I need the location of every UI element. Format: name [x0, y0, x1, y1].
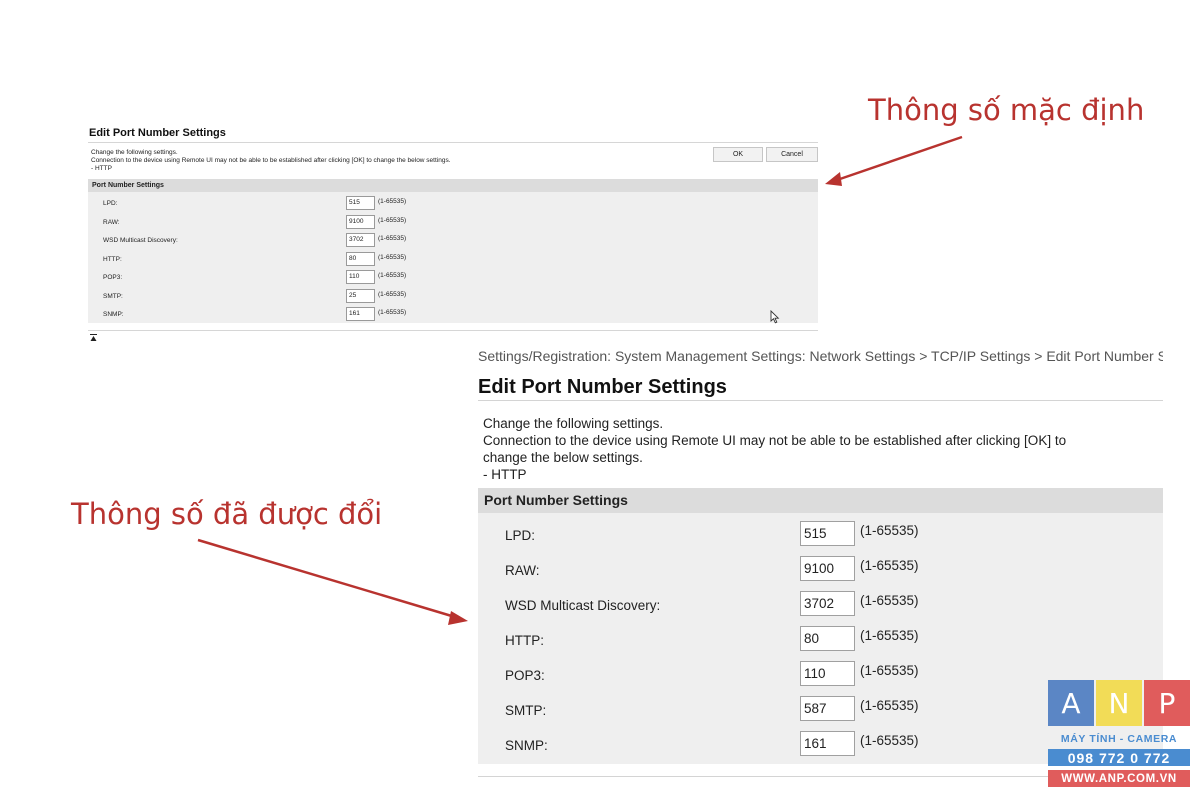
anp-logo: A N P MÁY TÍNH - CAMERA 098 772 0 772 WW…	[1048, 680, 1190, 790]
port-input-wsd[interactable]: 3702	[346, 233, 375, 247]
default-settings-screenshot: Edit Port Number Settings Change the fol…	[88, 127, 818, 342]
description-line: Connection to the device using Remote UI…	[483, 433, 1067, 448]
changed-values-note: Thông số đã được đổi	[71, 497, 383, 531]
port-label: WSD Multicast Discovery:	[505, 598, 661, 613]
page-title: Edit Port Number Settings	[478, 376, 727, 398]
bottom-divider	[88, 330, 818, 331]
port-range: (1-65535)	[860, 698, 919, 713]
title-divider	[478, 400, 1163, 401]
description-line: Connection to the device using Remote UI…	[91, 157, 451, 164]
port-input-lpd[interactable]: 515	[346, 196, 375, 210]
port-label: LPD:	[505, 528, 536, 543]
port-label: RAW:	[103, 218, 120, 226]
logo-letter-a: A	[1048, 680, 1094, 726]
port-label: HTTP:	[103, 255, 122, 263]
ok-button[interactable]: OK	[713, 147, 763, 162]
arrow-to-changed-panel	[197, 538, 456, 619]
port-label: RAW:	[505, 563, 540, 578]
section-header: Port Number Settings	[88, 179, 818, 192]
port-row-wsd: WSD Multicast Discovery: 3702 (1-65535)	[478, 586, 1163, 621]
port-input-http[interactable]: 80	[346, 251, 375, 266]
port-range: (1-65535)	[378, 290, 407, 298]
description-line: change the below settings.	[483, 450, 643, 465]
port-label: SNMP:	[103, 311, 124, 318]
logo-tagline: MÁY TÍNH - CAMERA	[1060, 733, 1178, 745]
port-row-snmp: SNMP: 161 (1-65535)	[88, 307, 818, 325]
logo-letter-n: N	[1096, 680, 1142, 726]
port-row-lpd: LPD: 515 (1-65535)	[478, 516, 1163, 551]
port-label: POP3:	[505, 668, 545, 683]
cancel-button[interactable]: Cancel	[766, 147, 818, 162]
description-line: - HTTP	[91, 165, 112, 172]
mouse-cursor-icon	[770, 310, 780, 324]
port-row-http: HTTP: 80 (1-65535)	[478, 621, 1163, 656]
port-range: (1-65535)	[378, 309, 407, 316]
port-range: (1-65535)	[378, 253, 407, 261]
description-line: Change the following settings.	[91, 149, 178, 156]
port-range: (1-65535)	[378, 235, 407, 242]
section-header: Port Number Settings	[478, 488, 1163, 513]
port-label: SMTP:	[103, 292, 123, 300]
port-range: (1-65535)	[860, 733, 919, 748]
port-input-http[interactable]: 80	[800, 626, 855, 651]
port-row-wsd: WSD Multicast Discovery: 3702 (1-65535)	[88, 233, 818, 251]
port-range: (1-65535)	[860, 628, 919, 643]
page-title: Edit Port Number Settings	[89, 127, 226, 139]
port-row-pop3: POP3: 110 (1-65535)	[88, 270, 818, 288]
port-input-lpd[interactable]: 515	[800, 521, 855, 546]
port-label: HTTP:	[505, 633, 544, 648]
title-divider	[88, 142, 818, 143]
breadcrumb: Settings/Registration: System Management…	[478, 348, 1163, 364]
port-input-smtp[interactable]: 25	[346, 288, 375, 303]
arrowhead-default	[825, 172, 842, 186]
port-input-wsd[interactable]: 3702	[800, 591, 855, 616]
description: Change the following settings. Connectio…	[483, 415, 1103, 483]
port-row-smtp: SMTP: 25 (1-65535)	[88, 288, 818, 307]
logo-website: WWW.ANP.COM.VN	[1048, 770, 1190, 787]
port-input-raw[interactable]: 9100	[800, 556, 855, 581]
port-row-http: HTTP: 80 (1-65535)	[88, 251, 818, 270]
port-row-raw: RAW: 9100 (1-65535)	[88, 214, 818, 233]
port-range: (1-65535)	[860, 663, 919, 678]
logo-phone: 098 772 0 772	[1048, 749, 1190, 766]
port-range: (1-65535)	[378, 198, 407, 205]
port-label: LPD:	[103, 200, 118, 207]
description: Change the following settings. Connectio…	[91, 149, 451, 173]
port-label: SNMP:	[505, 738, 548, 753]
port-input-pop3[interactable]: 110	[800, 661, 855, 686]
port-range: (1-65535)	[860, 558, 919, 573]
port-label: WSD Multicast Discovery:	[103, 237, 178, 244]
port-row-lpd: LPD: 515 (1-65535)	[88, 196, 818, 214]
port-range: (1-65535)	[860, 593, 919, 608]
port-number-settings-section: Port Number Settings LPD: 515 (1-65535) …	[88, 179, 818, 323]
port-input-snmp[interactable]: 161	[346, 307, 375, 321]
back-to-top-icon[interactable]	[90, 334, 97, 343]
port-row-raw: RAW: 9100 (1-65535)	[478, 551, 1163, 586]
arrow-to-default-panel	[836, 135, 963, 182]
port-range: (1-65535)	[378, 216, 407, 224]
arrowhead-changed	[448, 611, 468, 625]
description-line: Change the following settings.	[483, 416, 664, 431]
port-range: (1-65535)	[378, 272, 407, 279]
default-values-note: Thông số mặc định	[868, 93, 1145, 127]
description-line: - HTTP	[483, 467, 527, 482]
port-label: SMTP:	[505, 703, 547, 718]
port-input-pop3[interactable]: 110	[346, 270, 375, 284]
port-label: POP3:	[103, 274, 123, 281]
port-input-raw[interactable]: 9100	[346, 214, 375, 229]
logo-letter-p: P	[1144, 680, 1190, 726]
port-range: (1-65535)	[860, 523, 919, 538]
port-input-snmp[interactable]: 161	[800, 731, 855, 756]
port-input-smtp[interactable]: 587	[800, 696, 855, 721]
